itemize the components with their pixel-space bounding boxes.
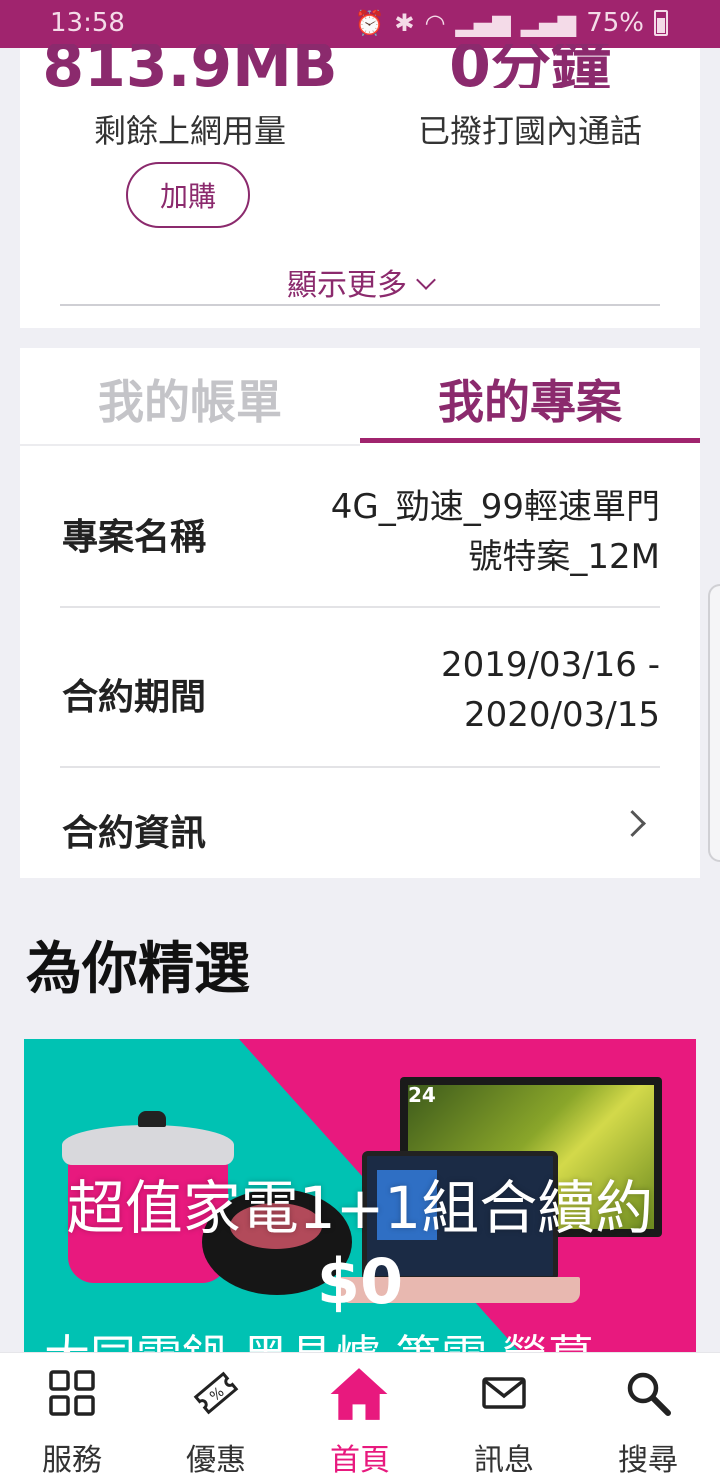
contract-info-label: 合約資訊 xyxy=(62,813,207,854)
plan-name-value: 4G_勁速_99輕速單門 號特案_12M xyxy=(331,482,660,582)
divider xyxy=(60,606,660,608)
contract-info-row[interactable]: 合約資訊 xyxy=(20,768,700,878)
nav-messages[interactable]: 訊息 xyxy=(432,1353,576,1481)
chevron-down-icon xyxy=(416,270,436,290)
cooker-knob xyxy=(138,1111,166,1127)
nav-search-label: 搜尋 xyxy=(618,1443,678,1478)
call-minutes-label: 已撥打國內通話 xyxy=(417,112,642,150)
cooker-lid xyxy=(62,1125,234,1165)
divider xyxy=(60,304,660,306)
status-time: 13:58 xyxy=(50,8,125,38)
bluetooth-icon: ✱ xyxy=(394,9,415,37)
tab-my-plan[interactable]: 我的專案 xyxy=(360,366,700,432)
contract-end: 2020/03/15 xyxy=(464,695,660,735)
alarm-icon: ⏰ xyxy=(354,9,385,37)
show-more-label: 顯示更多 xyxy=(287,268,407,303)
plan-name-line1: 4G_勁速_99輕速單門 xyxy=(330,487,660,527)
signal-icon: ▂▄▆ xyxy=(455,9,511,37)
signal-icon-2: ▂▄▆ xyxy=(520,9,577,37)
search-icon xyxy=(627,1372,671,1416)
nav-services-label: 服務 xyxy=(42,1443,102,1478)
nav-offers[interactable]: % 優惠 xyxy=(144,1353,288,1481)
data-remaining-value: 813.9MB xyxy=(42,44,338,88)
call-minutes-value: 0分鐘 xyxy=(449,44,611,88)
featured-title: 為你精選 xyxy=(26,937,250,1002)
tab-my-bills[interactable]: 我的帳單 xyxy=(20,366,360,432)
battery-percent: 75% xyxy=(586,8,644,38)
monitor-size-label: 24 xyxy=(408,1083,436,1107)
banner-title: 超值家電1+1組合續約 xyxy=(66,1174,654,1242)
show-more-link[interactable]: 顯示更多 xyxy=(20,260,700,304)
coupon-icon: % xyxy=(193,1371,239,1415)
banner-price: $0 xyxy=(316,1245,404,1318)
contract-period-value: 2019/03/16 - 2020/03/15 xyxy=(441,640,660,740)
data-remaining-label: 剩餘上網用量 xyxy=(93,112,286,150)
svg-text:%: % xyxy=(207,1384,227,1405)
chevron-right-icon xyxy=(619,810,646,837)
promo-banner[interactable]: 24 超值家電1+1組合續約 $0 大同電鍋‧黑晶爐‧筆電‧螢幕 xyxy=(24,1039,696,1379)
battery-icon xyxy=(654,10,668,36)
nav-home-label: 首頁 xyxy=(330,1443,390,1478)
nav-services[interactable]: 服務 xyxy=(0,1353,144,1481)
scroll-handle[interactable] xyxy=(708,584,720,862)
usage-card: 813.9MB 0分鐘 剩餘上網用量 已撥打國內通話 加購 顯示更多 xyxy=(20,44,700,328)
plan-card: 我的帳單 我的專案 專案名稱 4G_勁速_99輕速單門 號特案_12M 合約期間… xyxy=(20,348,700,878)
grid-icon xyxy=(49,1370,95,1416)
home-icon xyxy=(330,1368,388,1420)
nav-home[interactable]: 首頁 xyxy=(288,1353,432,1481)
nav-offers-label: 優惠 xyxy=(186,1443,246,1478)
plan-name-label: 專案名稱 xyxy=(62,517,207,558)
contract-start: 2019/03/16 - xyxy=(440,645,660,685)
mail-icon xyxy=(482,1377,526,1409)
status-bar: 13:58 ⏰ ✱ ◠ ▂▄▆ ▂▄▆ 75% xyxy=(0,0,720,48)
nav-messages-label: 訊息 xyxy=(474,1443,534,1478)
active-tab-indicator xyxy=(360,438,700,443)
status-icons: ⏰ ✱ ◠ ▂▄▆ ▂▄▆ 75% xyxy=(354,8,668,38)
buy-more-button[interactable]: 加購 xyxy=(126,162,250,228)
buy-more-label: 加購 xyxy=(159,180,216,213)
bottom-nav: 服務 % 優惠 首頁 訊息 搜尋 xyxy=(0,1352,720,1481)
plan-name-line2: 號特案_12M xyxy=(468,537,660,577)
wifi-icon: ◠ xyxy=(424,9,446,37)
contract-period-label: 合約期間 xyxy=(62,677,207,718)
nav-search[interactable]: 搜尋 xyxy=(576,1353,720,1481)
tab-baseline xyxy=(20,444,360,446)
